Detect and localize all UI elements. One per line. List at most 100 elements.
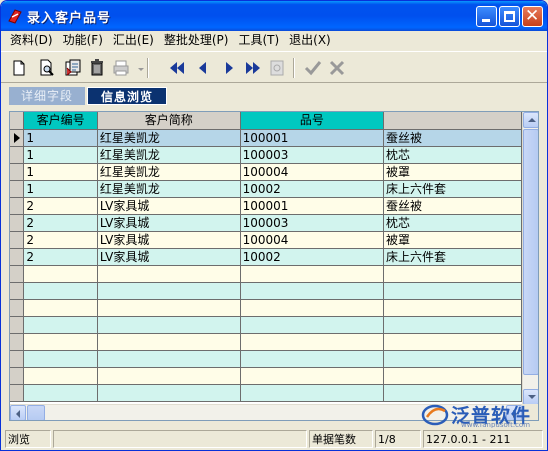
cell-customer-id[interactable]: 2 bbox=[23, 214, 98, 232]
cell-customer-name[interactable] bbox=[97, 350, 241, 368]
cell-item-no[interactable] bbox=[240, 316, 385, 334]
print-dropdown-icon[interactable] bbox=[131, 58, 144, 78]
print-icon[interactable] bbox=[111, 58, 131, 78]
cell-customer-name[interactable]: 红星美凯龙 bbox=[97, 180, 241, 198]
column-header-item-name[interactable] bbox=[383, 112, 522, 130]
row-indicator[interactable] bbox=[10, 163, 25, 181]
scroll-left-button[interactable] bbox=[10, 405, 26, 420]
cell-item-no[interactable] bbox=[240, 367, 385, 385]
title-bar[interactable]: 录入客户品号 ✕ bbox=[1, 1, 547, 31]
cell-customer-id[interactable]: 1 bbox=[23, 129, 98, 147]
cell-item-name[interactable] bbox=[383, 367, 522, 385]
row-indicator[interactable] bbox=[10, 316, 25, 334]
row-indicator[interactable] bbox=[10, 333, 25, 351]
previous-record-icon[interactable] bbox=[193, 58, 213, 78]
tab-info-browse[interactable]: 信息浏览 bbox=[87, 87, 167, 105]
cell-item-name[interactable]: 枕芯 bbox=[383, 214, 522, 232]
tab-detail-fields[interactable]: 详细字段 bbox=[9, 87, 85, 105]
next-record-icon[interactable] bbox=[219, 58, 239, 78]
cell-item-no[interactable]: 100003 bbox=[240, 146, 385, 164]
table-row[interactable] bbox=[10, 299, 522, 317]
cancel-icon[interactable] bbox=[327, 58, 347, 78]
cell-customer-id[interactable] bbox=[23, 282, 98, 300]
cell-customer-name[interactable]: 红星美凯龙 bbox=[97, 163, 241, 181]
cell-customer-id[interactable] bbox=[23, 367, 98, 385]
cell-customer-name[interactable] bbox=[97, 282, 241, 300]
table-row[interactable] bbox=[10, 350, 522, 368]
cell-item-name[interactable] bbox=[383, 350, 522, 368]
cell-item-name[interactable] bbox=[383, 299, 522, 317]
cell-customer-id[interactable] bbox=[23, 265, 98, 283]
cell-customer-id[interactable] bbox=[23, 333, 98, 351]
cell-customer-name[interactable]: LV家具城 bbox=[97, 248, 241, 266]
column-header-customer-id[interactable]: 客户编号 bbox=[23, 112, 98, 130]
cell-item-name[interactable]: 被罩 bbox=[383, 163, 522, 181]
row-indicator[interactable] bbox=[10, 146, 25, 164]
row-indicator[interactable] bbox=[10, 197, 25, 215]
cell-customer-id[interactable]: 2 bbox=[23, 197, 98, 215]
cell-customer-name[interactable] bbox=[97, 333, 241, 351]
table-row[interactable]: 1 红星美凯龙 100001 蚕丝被 bbox=[10, 129, 522, 147]
cell-item-no[interactable]: 100004 bbox=[240, 231, 385, 249]
cell-item-no[interactable]: 10002 bbox=[240, 180, 385, 198]
menu-exit[interactable]: 退出(X) bbox=[284, 31, 336, 49]
table-row[interactable]: 1 红星美凯龙 100004 被罩 bbox=[10, 163, 522, 181]
table-row[interactable] bbox=[10, 384, 522, 402]
cell-customer-name[interactable] bbox=[97, 299, 241, 317]
cell-customer-name[interactable]: LV家具城 bbox=[97, 231, 241, 249]
print-preview-icon[interactable] bbox=[37, 58, 57, 78]
table-row[interactable] bbox=[10, 316, 522, 334]
cell-item-name[interactable]: 蚕丝被 bbox=[383, 197, 522, 215]
cell-item-name[interactable] bbox=[383, 333, 522, 351]
first-record-icon[interactable] bbox=[167, 58, 187, 78]
vertical-scroll-thumb[interactable] bbox=[523, 129, 538, 375]
menu-function[interactable]: 功能(F) bbox=[58, 31, 108, 49]
cell-customer-name[interactable]: LV家具城 bbox=[97, 197, 241, 215]
cell-item-name[interactable] bbox=[383, 384, 522, 402]
row-indicator[interactable] bbox=[10, 265, 25, 283]
close-button[interactable]: ✕ bbox=[522, 6, 543, 27]
new-document-icon[interactable] bbox=[9, 58, 29, 78]
menu-batch[interactable]: 整批处理(P) bbox=[159, 31, 234, 49]
row-indicator[interactable] bbox=[10, 248, 25, 266]
table-row[interactable]: 2 LV家具城 100001 蚕丝被 bbox=[10, 197, 522, 215]
table-row[interactable]: 2 LV家具城 100004 被罩 bbox=[10, 231, 522, 249]
cell-customer-name[interactable]: LV家具城 bbox=[97, 214, 241, 232]
cell-item-no[interactable] bbox=[240, 265, 385, 283]
row-indicator[interactable] bbox=[10, 299, 25, 317]
cell-customer-name[interactable] bbox=[97, 316, 241, 334]
cell-item-no[interactable] bbox=[240, 299, 385, 317]
table-row[interactable] bbox=[10, 282, 522, 300]
cell-customer-id[interactable]: 2 bbox=[23, 248, 98, 266]
cell-customer-id[interactable] bbox=[23, 299, 98, 317]
maximize-button[interactable] bbox=[499, 6, 520, 27]
menu-tools[interactable]: 工具(T) bbox=[233, 31, 284, 49]
row-indicator[interactable] bbox=[10, 384, 25, 402]
cell-item-name[interactable]: 蚕丝被 bbox=[383, 129, 522, 147]
table-row[interactable] bbox=[10, 367, 522, 385]
horizontal-scroll-thumb[interactable] bbox=[27, 405, 45, 420]
row-indicator[interactable] bbox=[10, 282, 25, 300]
table-row[interactable]: 1 红星美凯龙 10002 床上六件套 bbox=[10, 180, 522, 198]
menu-export[interactable]: 汇出(E) bbox=[108, 31, 159, 49]
cell-customer-id[interactable]: 1 bbox=[23, 163, 98, 181]
export-icon[interactable] bbox=[63, 58, 83, 78]
table-row[interactable]: 2 LV家具城 10002 床上六件套 bbox=[10, 248, 522, 266]
cell-item-name[interactable]: 床上六件套 bbox=[383, 248, 522, 266]
cell-customer-id[interactable]: 1 bbox=[23, 146, 98, 164]
table-row[interactable] bbox=[10, 333, 522, 351]
minimize-button[interactable] bbox=[476, 6, 497, 27]
cell-item-name[interactable]: 床上六件套 bbox=[383, 180, 522, 198]
column-header-item-no[interactable]: 品号 bbox=[240, 112, 385, 130]
row-indicator[interactable] bbox=[10, 350, 25, 368]
row-indicator[interactable] bbox=[10, 231, 25, 249]
cell-item-name[interactable] bbox=[383, 282, 522, 300]
cell-item-no[interactable]: 100001 bbox=[240, 197, 385, 215]
row-indicator[interactable] bbox=[10, 367, 25, 385]
cell-item-no[interactable] bbox=[240, 384, 385, 402]
table-row[interactable] bbox=[10, 265, 522, 283]
cell-customer-id[interactable] bbox=[23, 316, 98, 334]
cell-customer-name[interactable] bbox=[97, 384, 241, 402]
cell-customer-id[interactable] bbox=[23, 384, 98, 402]
cell-customer-id[interactable]: 2 bbox=[23, 231, 98, 249]
